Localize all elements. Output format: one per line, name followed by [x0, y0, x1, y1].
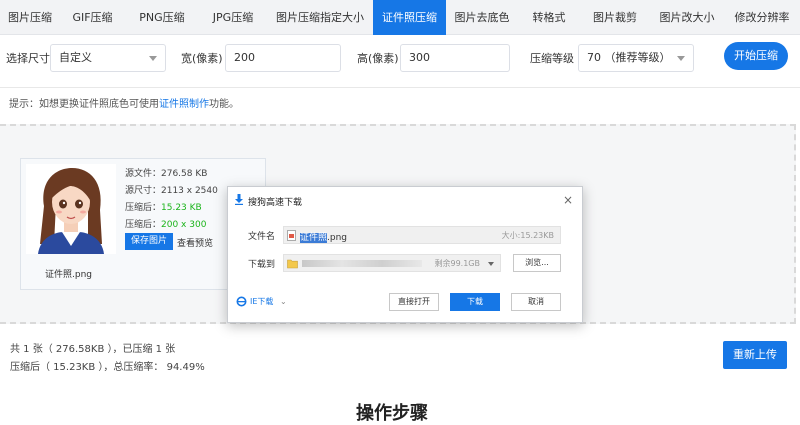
- ie-icon: [236, 296, 247, 307]
- height-label: 高(像素): [357, 52, 399, 65]
- summary-ratio: 压缩后（ 15.23KB ），总压缩率： 94.49%: [10, 362, 205, 373]
- size-select[interactable]: 自定义: [50, 44, 166, 72]
- download-dialog: 搜狗高速下载 × 文件名 证件照.png 大小:15.23KB 下载到 剩余99…: [227, 186, 583, 323]
- tab-crop[interactable]: 图片裁剪: [580, 0, 650, 35]
- tab-compress-to-size[interactable]: 图片压缩指定大小: [267, 0, 373, 35]
- compressed-dimensions-value: 200 x 300: [161, 220, 207, 230]
- folder-icon: [287, 259, 298, 269]
- chevron-down-icon: [149, 56, 157, 61]
- ie-download-label: IE下载: [250, 297, 274, 306]
- free-space-label: 剩余99.1GB: [434, 259, 481, 268]
- id-photo-make-link[interactable]: 证件照制作: [159, 99, 209, 110]
- ie-download-link[interactable]: IE下载 ⌄: [250, 296, 287, 307]
- tab-change-resolution[interactable]: 修改分辨率: [724, 0, 800, 35]
- source-file-size: 源文件：276.58 KB: [125, 169, 208, 179]
- chevron-down-icon: ⌄: [279, 297, 287, 306]
- level-select-value: 70 （推荐等级）: [587, 51, 671, 64]
- tip-suffix: 功能。: [209, 99, 239, 110]
- chevron-down-icon[interactable]: [488, 262, 494, 266]
- height-input[interactable]: 300: [400, 44, 510, 72]
- download-button[interactable]: 下载: [450, 293, 500, 311]
- tab-remove-background[interactable]: 图片去底色: [446, 0, 518, 35]
- start-compress-button[interactable]: 开始压缩: [724, 42, 788, 70]
- steps-heading: 操作步骤: [356, 403, 428, 424]
- compressed-dimensions-label: 压缩后：: [125, 220, 162, 230]
- summary-count: 共 1 张（ 276.58KB ），已压缩 1 张: [10, 344, 176, 355]
- open-directly-button[interactable]: 直接打开: [389, 293, 439, 311]
- id-photo-thumbnail: [26, 164, 116, 254]
- filename-text: 证件照.png: [300, 230, 347, 243]
- tab-gif-compress[interactable]: GIF压缩: [60, 0, 125, 35]
- divider: [0, 87, 800, 88]
- compressed-size: 压缩后：15.23 KB: [125, 200, 202, 213]
- save-path-blurred: [302, 260, 422, 267]
- size-select-value: 自定义: [59, 51, 92, 64]
- result-filename: 证件照.png: [45, 270, 92, 280]
- browse-button[interactable]: 浏览...: [513, 254, 561, 272]
- download-icon: [235, 194, 243, 205]
- chevron-down-icon: [677, 56, 685, 61]
- dialog-title: 搜狗高速下载: [248, 198, 303, 208]
- close-icon[interactable]: ×: [563, 193, 573, 207]
- save-image-button[interactable]: 保存图片: [125, 233, 173, 250]
- cancel-button[interactable]: 取消: [511, 293, 561, 311]
- compressed-size-label: 压缩后：: [125, 203, 162, 213]
- tip-prefix: 提示：如想更换证件照底色可使用: [9, 99, 159, 110]
- source-dimensions: 源尺寸：2113 x 2540: [125, 186, 218, 196]
- tip-text: 提示：如想更换证件照底色可使用证件照制作功能。: [9, 95, 239, 110]
- tab-convert-format[interactable]: 转格式: [518, 0, 580, 35]
- tab-id-photo-compress[interactable]: 证件照压缩: [373, 0, 446, 35]
- width-input[interactable]: 200: [225, 44, 341, 72]
- filename-selected: 证件照: [300, 233, 328, 243]
- compressed-size-value: 15.23 KB: [161, 203, 202, 213]
- filename-ext: .png: [327, 233, 348, 243]
- tab-jpg-compress[interactable]: JPG压缩: [199, 0, 267, 35]
- settings-row: 选择尺寸 自定义 宽(像素) 200 高(像素) 300 压缩等级 70 （推荐…: [0, 42, 800, 72]
- tab-resize[interactable]: 图片改大小: [650, 0, 724, 35]
- level-select[interactable]: 70 （推荐等级）: [578, 44, 694, 72]
- level-label: 压缩等级: [530, 52, 574, 65]
- filename-field[interactable]: 证件照.png 大小:15.23KB: [283, 226, 561, 244]
- tab-image-compress[interactable]: 图片压缩: [0, 0, 60, 35]
- width-label: 宽(像素): [181, 52, 223, 65]
- size-label: 选择尺寸: [6, 52, 50, 65]
- filename-label: 文件名: [248, 232, 276, 242]
- save-to-label: 下载到: [248, 260, 276, 270]
- view-preview-link[interactable]: 查看预览: [177, 236, 213, 249]
- image-file-icon: [287, 230, 296, 241]
- compressed-dimensions: 压缩后：200 x 300: [125, 217, 206, 230]
- tab-bar: 图片压缩 GIF压缩 PNG压缩 JPG压缩 图片压缩指定大小 证件照压缩 图片…: [0, 0, 800, 35]
- tab-png-compress[interactable]: PNG压缩: [125, 0, 199, 35]
- reupload-button[interactable]: 重新上传: [723, 341, 787, 369]
- file-size-label: 大小:15.23KB: [501, 231, 554, 240]
- save-path-field[interactable]: 剩余99.1GB: [283, 254, 501, 272]
